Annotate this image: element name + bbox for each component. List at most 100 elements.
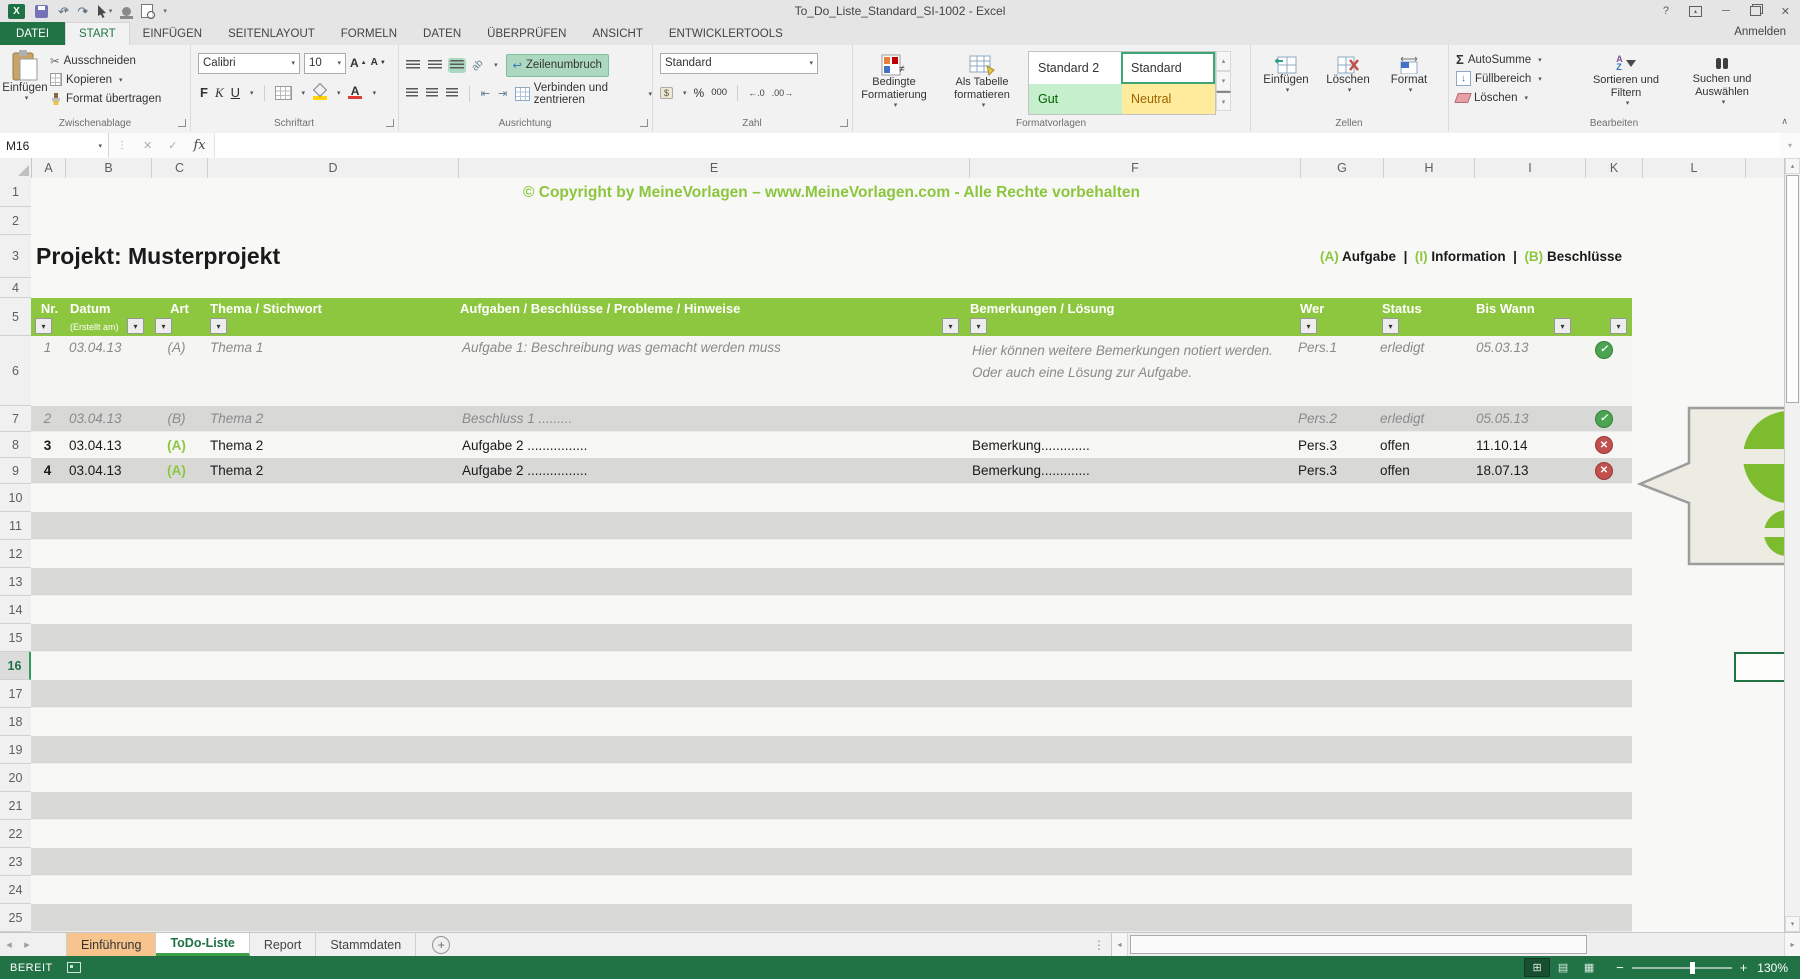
align-bottom-icon[interactable] [450, 60, 464, 71]
cell-status-icon[interactable]: ✕ [1576, 461, 1632, 480]
copy-button[interactable]: Kopieren▾ [50, 70, 161, 89]
row-header-24[interactable]: 24 [0, 876, 31, 904]
column-header-c[interactable]: C [152, 158, 208, 178]
vertical-scroll-thumb[interactable] [1786, 175, 1799, 403]
row-header-20[interactable]: 20 [0, 764, 31, 792]
row-header-21[interactable]: 21 [0, 792, 31, 820]
row-header-10[interactable]: 10 [0, 484, 31, 512]
font-size-select[interactable]: 10▾ [304, 53, 346, 74]
restore-button[interactable] [1750, 6, 1761, 16]
cell-bis-wann[interactable]: 05.05.13 [1466, 411, 1576, 426]
empty-row[interactable] [31, 792, 1632, 820]
style-neutral[interactable]: Neutral [1122, 84, 1215, 114]
cell-status[interactable]: erledigt [1376, 411, 1466, 426]
empty-row-16-active[interactable] [31, 652, 1632, 680]
ribbon-display-options-button[interactable]: ▴ [1689, 6, 1702, 17]
redo-button[interactable]: ↷▾ [77, 5, 86, 18]
align-right-icon[interactable] [446, 88, 458, 99]
empty-row[interactable] [31, 680, 1632, 708]
filter-button[interactable]: ▾ [155, 318, 172, 334]
cell-art[interactable]: (A) [149, 463, 204, 478]
touch-mouse-mode-button[interactable]: ▾ [97, 5, 113, 18]
cell-status-icon[interactable]: ✓ [1576, 409, 1632, 428]
tab-einfuegen[interactable]: EINFÜGEN [130, 22, 215, 45]
customize-qat-icon[interactable]: ▾ [163, 7, 167, 15]
filter-button[interactable]: ▾ [942, 318, 959, 334]
zoom-slider[interactable] [1632, 967, 1732, 969]
gallery-more-button[interactable]: ▾ [1216, 91, 1231, 111]
filter-button[interactable]: ▾ [210, 318, 227, 334]
style-gut[interactable]: Gut [1029, 84, 1122, 114]
empty-row[interactable] [31, 876, 1632, 904]
font-name-select[interactable]: Calibri▾ [198, 53, 300, 74]
row-header-7[interactable]: 7 [0, 406, 31, 432]
filter-button[interactable]: ▾ [1382, 318, 1399, 334]
active-cell-selection[interactable] [1734, 652, 1784, 682]
font-dialog-launcher[interactable] [386, 119, 394, 127]
expand-formula-bar-icon[interactable]: ▾ [1780, 133, 1800, 158]
row-header-23[interactable]: 23 [0, 848, 31, 876]
format-cells-button[interactable]: Format ▾ [1384, 51, 1434, 94]
sheet-nav-prev-icon[interactable]: ◂ [0, 933, 18, 956]
comment-callout-balloon[interactable] [1637, 405, 1784, 567]
format-as-table-button[interactable]: Als Tabelle formatieren ▾ [936, 49, 1028, 109]
empty-row[interactable] [31, 848, 1632, 876]
filter-button[interactable]: ▾ [35, 318, 52, 334]
row-header-14[interactable]: 14 [0, 596, 31, 624]
empty-row[interactable] [31, 278, 1784, 298]
number-format-select[interactable]: Standard▾ [660, 53, 818, 74]
cell-aufgabe[interactable]: Aufgabe 1: Beschreibung was gemacht werd… [454, 340, 964, 355]
percent-format-icon[interactable]: % [694, 86, 705, 100]
cell-wer[interactable]: Pers.1 [1294, 340, 1376, 355]
style-standard[interactable]: Standard [1121, 52, 1215, 84]
row-header-15[interactable]: 15 [0, 624, 31, 652]
row-header-1[interactable]: 1 [0, 178, 31, 207]
cell-aufgabe[interactable]: Aufgabe 2 ................ [454, 463, 964, 478]
empty-row[interactable] [31, 708, 1632, 736]
header-datum[interactable]: Datum (Erstellt am) ▾ [64, 298, 149, 336]
row-header-18[interactable]: 18 [0, 708, 31, 736]
row-header-25[interactable]: 25 [0, 904, 31, 932]
cell-status[interactable]: erledigt [1376, 340, 1466, 355]
merge-center-button[interactable]: Verbinden und zentrieren▾ [515, 82, 652, 106]
clear-button[interactable]: Löschen▾ [1456, 88, 1578, 107]
insert-function-button[interactable]: fx [185, 133, 213, 158]
cell-status-icon[interactable]: ✓ [1576, 340, 1632, 359]
column-header-h[interactable]: H [1384, 158, 1475, 178]
zoom-level[interactable]: 130% [1747, 961, 1800, 975]
row-header-4[interactable]: 4 [0, 278, 31, 298]
decrease-font-icon[interactable]: A [371, 58, 378, 68]
empty-row[interactable] [31, 596, 1632, 624]
column-header-g[interactable]: G [1301, 158, 1384, 178]
row-header-19[interactable]: 19 [0, 736, 31, 764]
filter-button[interactable]: ▾ [127, 318, 144, 334]
cell-bemerkung[interactable]: Hier können weitere Bemerkungen notiert … [964, 340, 1294, 384]
formula-input[interactable] [214, 133, 1780, 158]
header-aufgaben[interactable]: Aufgaben / Beschlüsse / Probleme / Hinwe… [454, 298, 964, 336]
column-header-f[interactable]: F [970, 158, 1301, 178]
row-header-17[interactable]: 17 [0, 680, 31, 708]
align-top-icon[interactable] [406, 60, 420, 71]
cell-datum[interactable]: 03.04.13 [64, 340, 149, 355]
cut-button[interactable]: ✂ Ausschneiden [50, 51, 161, 70]
decrease-decimal-icon[interactable]: .00→ [772, 88, 794, 98]
empty-row[interactable] [31, 540, 1632, 568]
zoom-slider-knob[interactable] [1690, 962, 1695, 974]
row-header-6[interactable]: 6 [0, 336, 31, 406]
increase-indent-icon[interactable]: ⇥ [498, 87, 507, 100]
close-button[interactable]: ✕ [1781, 5, 1790, 18]
cell-bis-wann[interactable]: 18.07.13 [1466, 463, 1576, 478]
format-painter-button[interactable]: Format übertragen [50, 89, 161, 108]
horizontal-scroll-thumb[interactable] [1130, 935, 1587, 954]
filter-button[interactable]: ▾ [970, 318, 987, 334]
empty-row[interactable] [31, 568, 1632, 596]
sheet-nav-next-icon[interactable]: ▸ [18, 933, 36, 956]
empty-row[interactable] [31, 820, 1632, 848]
header-nr[interactable]: Nr. ▾ [31, 298, 64, 336]
scroll-up-button[interactable]: ▴ [1785, 158, 1800, 174]
sort-filter-button[interactable]: AZ Sortieren und Filtern ▾ [1578, 50, 1674, 107]
paste-button[interactable]: Einfügen ▾ [0, 45, 50, 102]
namebox-splitter[interactable]: ⋮ [109, 133, 135, 158]
tab-ansicht[interactable]: ANSICHT [579, 22, 655, 45]
tab-entwicklertools[interactable]: ENTWICKLERTOOLS [656, 22, 796, 45]
